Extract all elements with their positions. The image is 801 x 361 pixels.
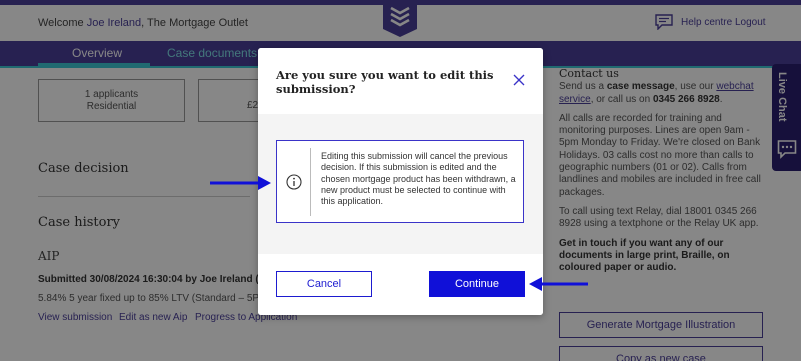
annotation-arrow-right-icon xyxy=(210,176,271,190)
continue-button[interactable]: Continue xyxy=(429,271,525,297)
info-message: Editing this submission will cancel the … xyxy=(321,151,516,207)
info-divider xyxy=(310,148,311,216)
info-alert: Editing this submission will cancel the … xyxy=(276,140,524,223)
info-circle-icon xyxy=(286,174,302,190)
confirm-edit-dialog: Are you sure you want to edit this submi… xyxy=(258,48,543,315)
annotation-arrow-left-icon xyxy=(529,277,588,291)
cancel-button[interactable]: Cancel xyxy=(276,271,372,297)
close-icon[interactable] xyxy=(512,73,526,87)
dialog-title: Are you sure you want to edit this submi… xyxy=(276,68,494,96)
